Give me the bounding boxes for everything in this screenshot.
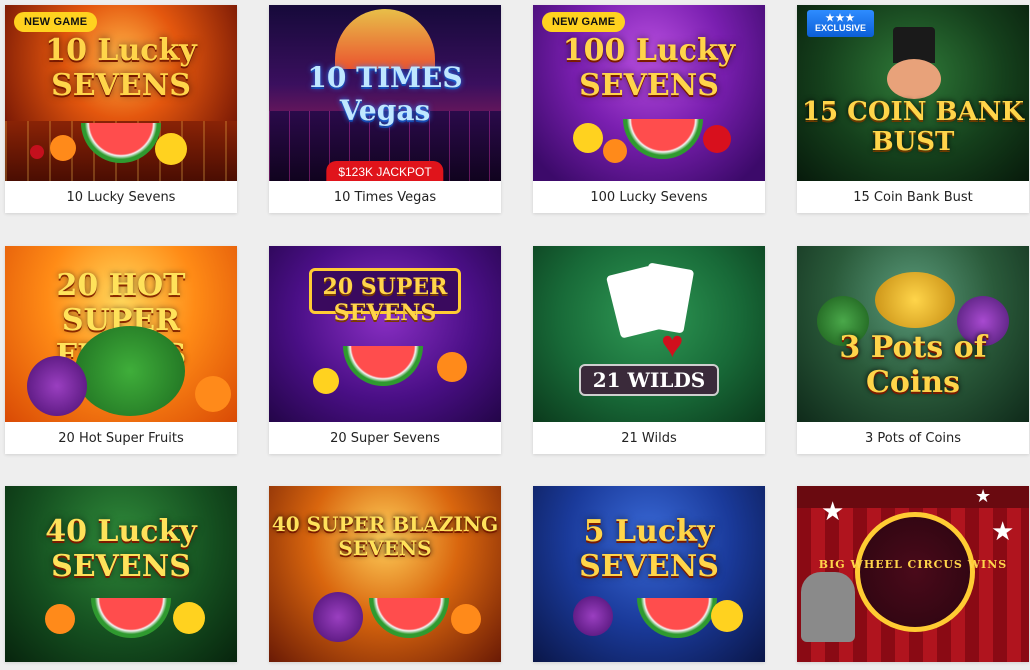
watermelon-icon [343,346,423,386]
game-card-5-lucky-sevens[interactable]: 5 Lucky SEVENS [533,486,765,662]
game-card-10-lucky-sevens[interactable]: 10 Lucky SEVENS NEW GAME 10 Lucky Sevens [5,5,237,213]
game-thumbnail[interactable]: 5 Lucky SEVENS [533,486,765,662]
lemon-icon [173,602,205,634]
star-icon: ★ [821,496,845,526]
game-art-title: 10 TIMES Vegas [307,61,463,127]
game-card-20-super-sevens[interactable]: 20 SUPER SEVENS 20 Super Sevens [269,246,501,454]
watermelon-icon [637,598,717,638]
game-thumbnail[interactable]: 40 SUPER BLAZING SEVENS [269,486,501,662]
exclusive-badge: ★★★ EXCLUSIVE [807,10,875,37]
lemon-icon [155,133,187,165]
orange-icon [50,135,76,161]
game-card-20-hot-super-fruits[interactable]: 20 HOT SUPER FRUITS 20 Hot Super Fruits [5,246,237,454]
game-art-title: 10 Lucky SEVENS [45,33,197,103]
cherry-icon [30,145,44,159]
lemon-icon [711,600,743,632]
game-card-21-wilds[interactable]: ♥ 21 WILDS 21 Wilds [533,246,765,454]
lemon-icon [313,368,339,394]
game-thumbnail[interactable]: BIG WHEEL CIRCUS WINS ★ ★ ★ [797,486,1029,662]
orange-icon [195,376,231,412]
grapes-icon [573,596,613,636]
game-card-10-times-vegas[interactable]: 10 TIMES Vegas $123K JACKPOT 10 Times Ve… [269,5,501,213]
jackpot-badge: $123K JACKPOT [326,161,444,181]
game-card-3-pots-of-coins[interactable]: 3 Pots of Coins 3 Pots of Coins [797,246,1029,454]
game-thumbnail[interactable]: 15 COIN BANK BUST ★★★ EXCLUSIVE [797,5,1029,181]
watermelon-icon [75,326,185,416]
sunset-icon [335,9,435,69]
game-thumbnail[interactable]: 100 Lucky SEVENS NEW GAME [533,5,765,181]
elephant-icon [801,572,855,642]
game-grid: 10 Lucky SEVENS NEW GAME 10 Lucky Sevens… [0,0,1030,670]
playing-card-icon [637,262,695,334]
wheel-icon [855,512,975,632]
game-art-title: 40 SUPER BLAZING SEVENS [271,512,499,560]
game-title[interactable]: 3 Pots of Coins [797,422,1029,454]
gold-coins-icon [875,272,955,328]
game-thumbnail[interactable]: 20 SUPER SEVENS [269,246,501,422]
star-icon: ★ [991,516,1015,546]
game-title[interactable]: 10 Times Vegas [269,181,501,213]
game-art-title: 20 SUPER SEVENS [322,274,448,326]
game-title[interactable]: 15 Coin Bank Bust [797,181,1029,213]
game-thumbnail[interactable]: 20 HOT SUPER FRUITS [5,246,237,422]
watermelon-icon [369,598,449,638]
game-title[interactable]: 10 Lucky Sevens [5,181,237,213]
game-art-title: 100 Lucky SEVENS [562,33,736,103]
game-thumbnail[interactable]: 10 Lucky SEVENS NEW GAME [5,5,237,181]
orange-icon [45,604,75,634]
lemon-icon [573,123,603,153]
grapes-icon [27,356,87,416]
game-title[interactable]: 100 Lucky Sevens [533,181,765,213]
game-thumbnail[interactable]: 10 TIMES Vegas $123K JACKPOT [269,5,501,181]
game-card-100-lucky-sevens[interactable]: 100 Lucky SEVENS NEW GAME 100 Lucky Seve… [533,5,765,213]
orange-icon [451,604,481,634]
orange-icon [603,139,627,163]
character-face [887,59,941,99]
game-art-title: BIG WHEEL CIRCUS WINS [818,558,1008,571]
game-art-title: 3 Pots of Coins [839,330,987,400]
watermelon-icon [623,119,703,159]
star-icon: ★ [975,486,992,506]
grapes-icon [313,592,363,642]
game-card-big-wheel-circus[interactable]: BIG WHEEL CIRCUS WINS ★ ★ ★ [797,486,1029,662]
game-card-15-coin-bank-bust[interactable]: 15 COIN BANK BUST ★★★ EXCLUSIVE 15 Coin … [797,5,1029,213]
game-title[interactable]: 20 Super Sevens [269,422,501,454]
exclusive-label: EXCLUSIVE [815,23,867,33]
game-art-title: 5 Lucky SEVENS [579,514,719,584]
watermelon-icon [91,598,171,638]
game-art-title: 15 COIN BANK BUST [801,97,1025,157]
apple-icon [703,125,731,153]
orange-icon [437,352,467,382]
game-card-40-lucky-sevens[interactable]: 40 Lucky SEVENS [5,486,237,662]
game-title[interactable]: 21 Wilds [533,422,765,454]
game-card-40-super-blazing-sevens[interactable]: 40 SUPER BLAZING SEVENS [269,486,501,662]
new-game-badge: NEW GAME [542,12,626,32]
new-game-badge: NEW GAME [14,12,98,32]
game-title[interactable]: 20 Hot Super Fruits [5,422,237,454]
top-hat-icon [893,27,935,63]
game-thumbnail[interactable]: 3 Pots of Coins [797,246,1029,422]
game-thumbnail[interactable]: 40 Lucky SEVENS [5,486,237,662]
game-art-title: 21 WILDS [592,368,706,392]
game-thumbnail[interactable]: ♥ 21 WILDS [533,246,765,422]
game-art-title: 40 Lucky SEVENS [45,514,197,584]
heart-icon: ♥ [661,324,684,366]
